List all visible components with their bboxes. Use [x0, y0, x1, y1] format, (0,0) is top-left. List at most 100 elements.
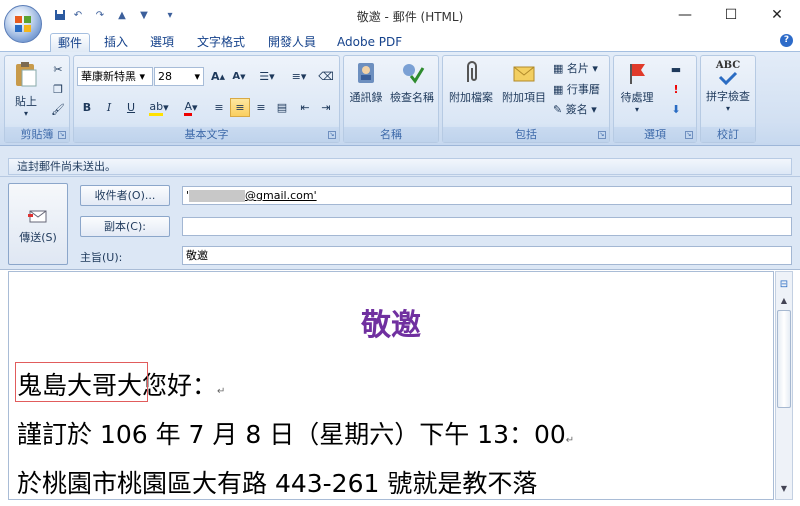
- body-line-date: 謹訂於 106 年 7 月 8 日（星期六）下午 13：00↵: [17, 415, 574, 451]
- numbering-icon[interactable]: ≡▾: [284, 67, 314, 86]
- maximize-button[interactable]: ☐: [708, 0, 754, 30]
- redo-icon[interactable]: ↷: [92, 8, 108, 22]
- scroll-thumb[interactable]: [777, 310, 791, 408]
- align-center-icon[interactable]: ≡: [230, 98, 250, 117]
- tab-adobe-pdf[interactable]: Adobe PDF: [330, 33, 409, 52]
- signature-icon: ✎: [553, 103, 563, 116]
- location-text: 於桃園市桃園區大有路 443-261 號就是教不落: [17, 469, 538, 498]
- address-book-button[interactable]: 通訊錄: [346, 60, 386, 105]
- scroll-up-icon[interactable]: ▲: [776, 294, 792, 308]
- cut-icon[interactable]: ✂: [48, 60, 68, 79]
- check-names-icon: [403, 64, 425, 84]
- office-button[interactable]: [4, 5, 42, 43]
- copy-icon[interactable]: ❐: [48, 80, 68, 99]
- group-label: 名稱: [344, 127, 438, 142]
- paragraph-mark-icon: ↵: [565, 435, 575, 446]
- address-book-label: 通訊錄: [349, 91, 383, 104]
- dialog-launcher-icon[interactable]: ↘: [598, 131, 606, 139]
- paste-button[interactable]: 貼上 ▾: [8, 60, 44, 118]
- paragraph-mark-icon: ↵: [217, 386, 226, 397]
- attach-item-label: 附加項目: [502, 91, 546, 104]
- info-bar-message: 這封郵件尚未送出。: [8, 158, 792, 175]
- font-color-icon[interactable]: A ▾: [176, 98, 206, 117]
- spelling-label: 拼字檢查: [706, 90, 750, 103]
- shrink-font-label: A: [232, 71, 241, 82]
- signature-label: 簽名: [565, 103, 588, 116]
- help-icon[interactable]: ?: [780, 34, 793, 47]
- scroll-down-icon[interactable]: ▼: [776, 482, 792, 496]
- font-combo[interactable]: 華康新特黑 ▾: [77, 67, 153, 86]
- customize-qat-icon[interactable]: ▾: [162, 8, 178, 22]
- attach-item-button[interactable]: 附加項目: [498, 60, 550, 105]
- send-button[interactable]: 傳送(S): [8, 183, 68, 265]
- bullets-icon[interactable]: ☰▾: [252, 67, 282, 86]
- to-value: @gmail.com': [245, 189, 317, 202]
- highlight-box: [15, 362, 148, 402]
- subject-field[interactable]: 敬邀: [182, 246, 792, 265]
- bold-button[interactable]: B: [77, 98, 97, 117]
- group-label: 選項: [614, 127, 696, 142]
- signature-button[interactable]: ✎ 簽名 ▾: [553, 101, 597, 117]
- calendar-button[interactable]: ▦ 行事曆: [553, 81, 600, 97]
- group-label: 包括: [443, 127, 609, 142]
- high-importance-icon[interactable]: !: [666, 80, 686, 99]
- low-importance-icon[interactable]: ⬇: [666, 100, 686, 119]
- tab-options[interactable]: 選項: [143, 33, 181, 52]
- close-button[interactable]: ✕: [754, 0, 800, 30]
- grow-font-button[interactable]: A ▲: [208, 67, 228, 86]
- align-left-icon[interactable]: ≡: [209, 98, 229, 117]
- dialog-launcher-icon[interactable]: ↘: [328, 131, 336, 139]
- categorize-icon[interactable]: ▬: [666, 60, 686, 79]
- body-line-location: 於桃園市桃園區大有路 443-261 號就是教不落: [17, 464, 537, 500]
- minimize-button[interactable]: —: [662, 0, 708, 30]
- next-item-icon[interactable]: ▼: [136, 8, 152, 22]
- to-button[interactable]: 收件者(O)...: [80, 185, 170, 206]
- business-card-label: 名片: [566, 62, 589, 75]
- underline-button[interactable]: U: [121, 98, 141, 117]
- cc-field[interactable]: [182, 217, 792, 236]
- align-right-icon[interactable]: ≡: [251, 98, 271, 117]
- decrease-indent-icon[interactable]: ⇤: [295, 98, 315, 117]
- shrink-font-button[interactable]: A ▼: [229, 67, 249, 86]
- undo-icon[interactable]: ↶: [70, 8, 86, 22]
- send-envelope-icon: [28, 210, 47, 223]
- cc-button[interactable]: 副本(C):: [80, 216, 170, 237]
- check-mark-icon: [718, 71, 738, 86]
- attach-file-button[interactable]: 附加檔案: [445, 60, 497, 105]
- font-value: 華康新特黑: [81, 70, 136, 83]
- tab-message[interactable]: 郵件: [50, 33, 91, 52]
- italic-button[interactable]: I: [99, 98, 119, 117]
- justify-icon[interactable]: ▤: [272, 98, 292, 117]
- tab-format-text[interactable]: 文字格式: [190, 33, 252, 52]
- business-card-icon: ▦: [553, 62, 564, 75]
- address-book-icon: [358, 63, 374, 83]
- tab-developer[interactable]: 開發人員: [261, 33, 323, 52]
- dialog-launcher-icon[interactable]: ↘: [685, 131, 693, 139]
- ruler-toggle-icon[interactable]: ⊟: [776, 278, 792, 292]
- spelling-button[interactable]: ABC 拼字檢查 ▾: [702, 60, 754, 113]
- calendar-icon: ▦: [553, 83, 564, 96]
- increase-indent-icon[interactable]: ⇥: [316, 98, 336, 117]
- send-label: 傳送(S): [19, 231, 57, 244]
- save-icon[interactable]: [52, 8, 68, 22]
- tab-insert[interactable]: 插入: [97, 33, 135, 52]
- subject-label: 主旨(U):: [80, 251, 123, 264]
- font-size-value: 28: [158, 70, 172, 83]
- follow-up-button[interactable]: 待處理 ▾: [615, 60, 659, 114]
- paperclip-icon: [467, 61, 477, 82]
- check-names-button[interactable]: 檢查名稱: [387, 60, 437, 105]
- format-painter-icon[interactable]: 🖌: [48, 100, 68, 119]
- redacted-block: [189, 190, 246, 202]
- font-size-combo[interactable]: 28 ▾: [154, 67, 204, 86]
- attach-file-label: 附加檔案: [449, 91, 493, 104]
- highlight-icon[interactable]: ab ▾: [144, 98, 174, 117]
- dialog-launcher-icon[interactable]: ↘: [58, 131, 66, 139]
- spelling-abc-label: ABC: [715, 60, 741, 71]
- previous-item-icon[interactable]: ▲: [114, 8, 130, 22]
- paste-icon: [16, 62, 37, 87]
- clear-format-icon[interactable]: ⌫: [316, 67, 336, 86]
- group-label: 基本文字: [74, 127, 339, 142]
- to-field[interactable]: ' @gmail.com': [182, 186, 792, 205]
- check-names-label: 檢查名稱: [390, 91, 434, 104]
- business-card-button[interactable]: ▦ 名片 ▾: [553, 60, 598, 76]
